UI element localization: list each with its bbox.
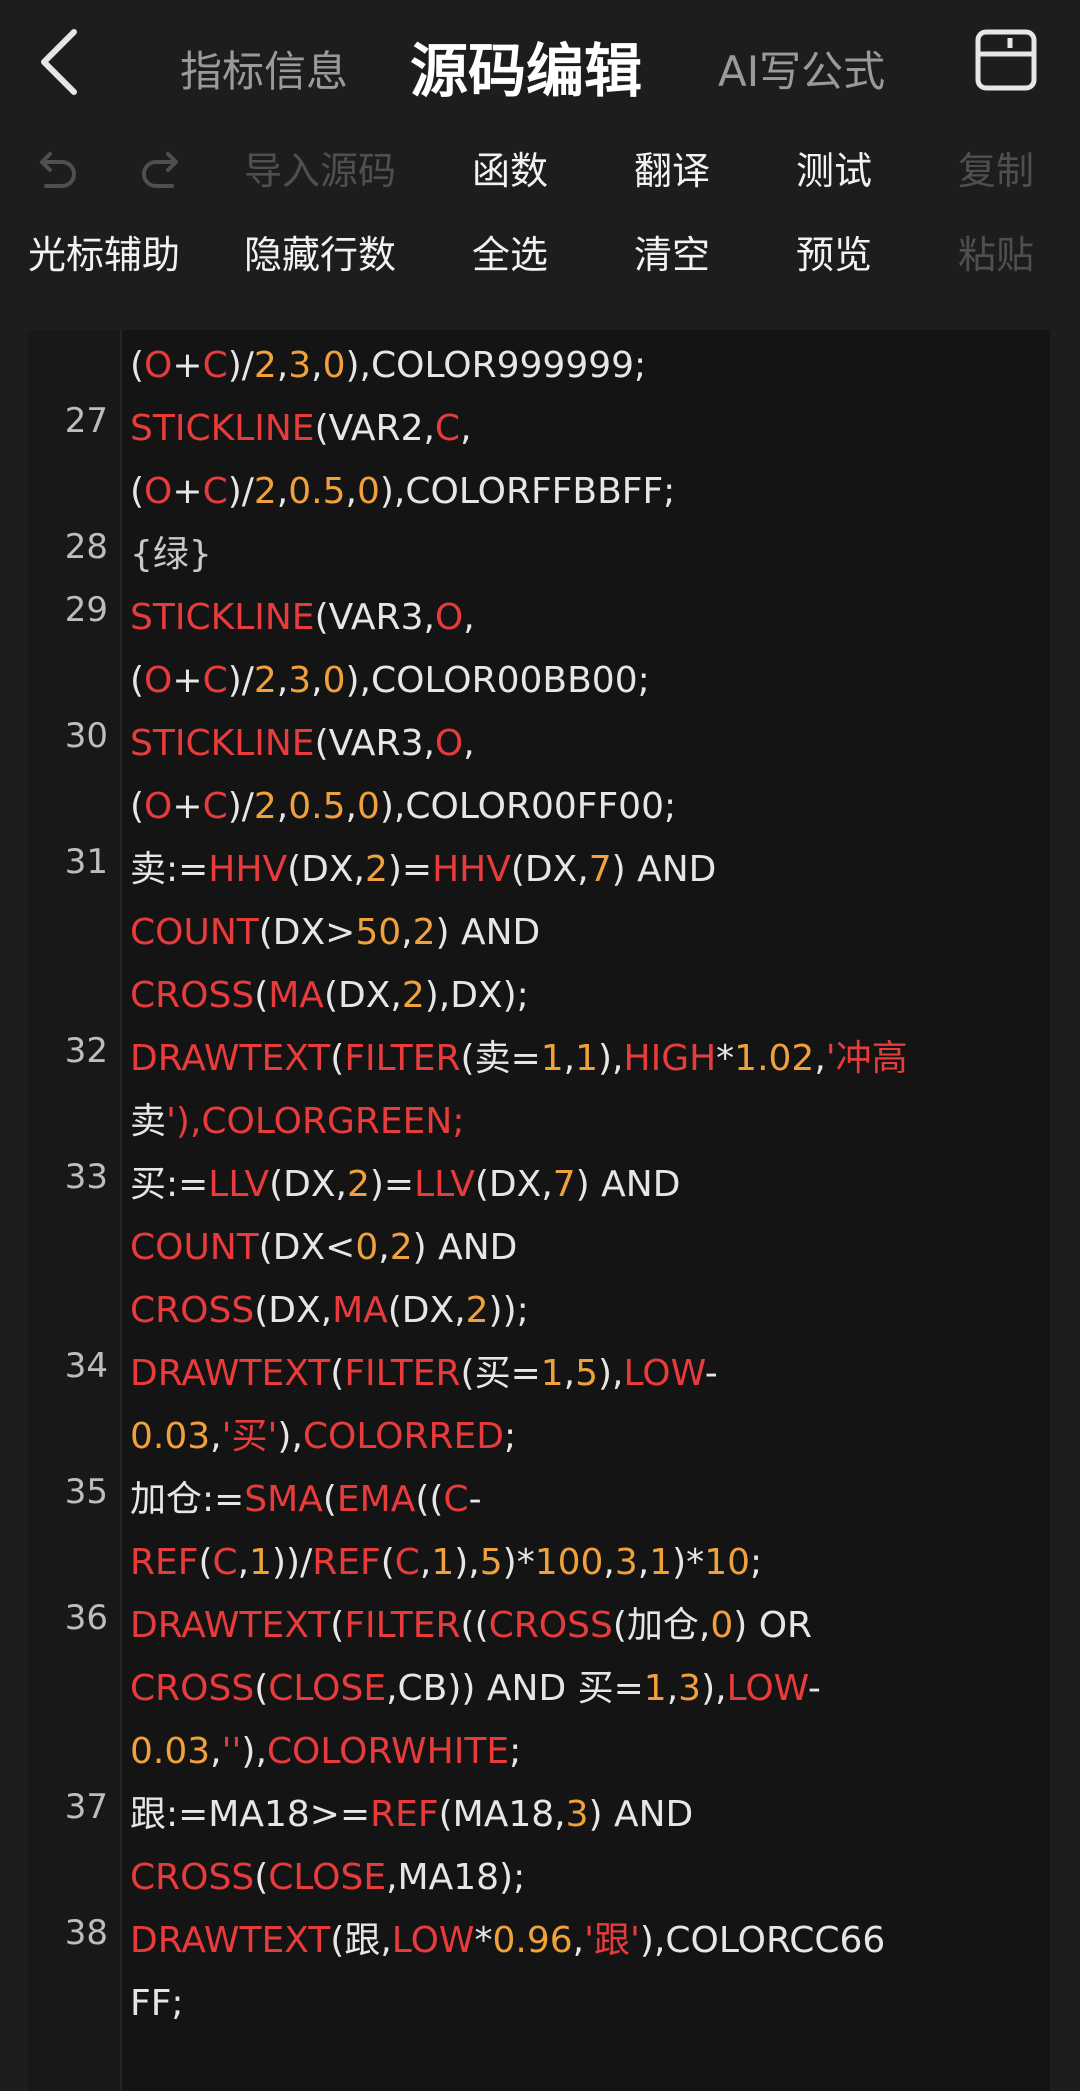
functions-button[interactable]: 函数	[472, 128, 548, 214]
code-line[interactable]: (O+C)/2,3,0),COLOR00BB00;	[130, 657, 650, 705]
code-area[interactable]: (O+C)/2,3,0),COLOR999999; 27 STICKLINE(VAR…	[28, 330, 1050, 2091]
code-line[interactable]: DRAWTEXT(FILTER(买=1,5),LOW-	[130, 1350, 718, 1398]
clear-button[interactable]: 清空	[634, 212, 710, 298]
toolbar-row-2: 光标辅助 隐藏行数 全选 清空 预览 粘贴	[0, 212, 1080, 298]
line-number: 33	[64, 1157, 108, 1197]
redo-button[interactable]	[138, 128, 188, 214]
code-line[interactable]: STICKLINE(VAR2,C,	[130, 405, 472, 453]
code-editor[interactable]: (O+C)/2,3,0),COLOR999999; 27 STICKLINE(VAR…	[28, 330, 1050, 2091]
import-source-button[interactable]: 导入源码	[244, 128, 396, 214]
chevron-left-icon	[41, 29, 77, 95]
code-line[interactable]: CROSS(DX,MA(DX,2));	[130, 1287, 529, 1335]
tab-indicator-info[interactable]: 指标信息	[180, 38, 348, 99]
line-number: 29	[64, 590, 108, 630]
code-line[interactable]: REF(C,1))/REF(C,1),5)*100,3,1)*10;	[130, 1539, 762, 1587]
cursor-assist-button[interactable]: 光标辅助	[28, 212, 180, 298]
app-header: 指标信息 源码编辑 AI写公式	[0, 0, 1080, 125]
code-line[interactable]: 跟:=MA18>=REF(MA18,3) AND	[130, 1791, 693, 1839]
translate-button[interactable]: 翻译	[634, 128, 710, 214]
save-button[interactable]	[970, 24, 1042, 96]
tab-source-edit[interactable]: 源码编辑	[410, 24, 642, 108]
save-icon	[975, 29, 1037, 91]
copy-button[interactable]: 复制	[958, 128, 1034, 214]
code-line[interactable]: 0.03,''),COLORWHITE;	[130, 1728, 521, 1776]
code-line[interactable]: COUNT(DX<0,2) AND	[130, 1224, 517, 1272]
code-line[interactable]: {绿}	[130, 531, 212, 579]
line-number: 32	[64, 1031, 108, 1071]
line-number: 36	[64, 1598, 108, 1638]
tab-ai-formula[interactable]: AI写公式	[718, 38, 885, 99]
code-line[interactable]: DRAWTEXT(FILTER(卖=1,1),HIGH*1.02,'冲高	[130, 1035, 908, 1083]
line-number: 35	[64, 1472, 108, 1512]
code-line[interactable]: 卖'),COLORGREEN;	[130, 1098, 464, 1146]
code-line[interactable]: FF;	[130, 1980, 184, 2028]
code-line[interactable]: CROSS(CLOSE,CB)) AND 买=1,3),LOW-	[130, 1665, 821, 1713]
code-line[interactable]: STICKLINE(VAR3,O,	[130, 594, 475, 642]
undo-icon	[40, 152, 76, 188]
line-number: 37	[64, 1787, 108, 1827]
code-line[interactable]: CROSS(MA(DX,2),DX);	[130, 972, 529, 1020]
hide-line-numbers-button[interactable]: 隐藏行数	[244, 212, 396, 298]
code-line[interactable]: 加仓:=SMA(EMA((C-	[130, 1476, 482, 1524]
undo-button[interactable]	[30, 128, 80, 214]
line-number: 30	[64, 716, 108, 756]
code-line[interactable]: 买:=LLV(DX,2)=LLV(DX,7) AND	[130, 1161, 680, 1209]
line-number: 34	[64, 1346, 108, 1386]
code-line[interactable]: STICKLINE(VAR3,O,	[130, 720, 475, 768]
code-line[interactable]: DRAWTEXT(FILTER((CROSS(加仓,0) OR	[130, 1602, 812, 1650]
redo-icon	[142, 152, 178, 188]
paste-button[interactable]: 粘贴	[958, 212, 1034, 298]
select-all-button[interactable]: 全选	[472, 212, 548, 298]
code-line[interactable]: DRAWTEXT(跟,LOW*0.96,'跟'),COLORCC66	[130, 1917, 885, 1965]
back-button[interactable]	[30, 22, 90, 102]
code-line[interactable]: (O+C)/2,0.5,0),COLORFFBBFF;	[130, 468, 675, 516]
code-line[interactable]: CROSS(CLOSE,MA18);	[130, 1854, 525, 1902]
line-number: 27	[64, 401, 108, 441]
code-line[interactable]: (O+C)/2,3,0),COLOR999999;	[130, 342, 646, 390]
code-line[interactable]: 0.03,'买'),COLORRED;	[130, 1413, 516, 1461]
toolbar-row-1: 导入源码 函数 翻译 测试 复制	[0, 128, 1080, 214]
preview-button[interactable]: 预览	[796, 212, 872, 298]
code-line[interactable]: COUNT(DX>50,2) AND	[130, 909, 540, 957]
line-number: 28	[64, 527, 108, 567]
test-button[interactable]: 测试	[796, 128, 872, 214]
code-line[interactable]: (O+C)/2,0.5,0),COLOR00FF00;	[130, 783, 676, 831]
line-number: 38	[64, 1913, 108, 1953]
code-line[interactable]: 卖:=HHV(DX,2)=HHV(DX,7) AND	[130, 846, 716, 894]
line-number: 31	[64, 842, 108, 882]
